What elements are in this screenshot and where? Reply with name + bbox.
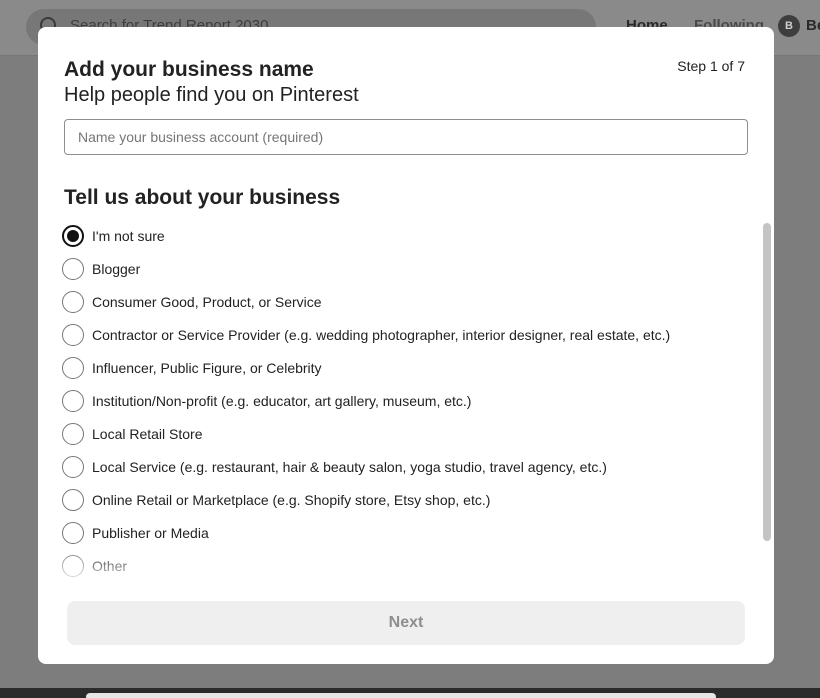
radio-button[interactable] — [62, 225, 84, 247]
option-contractor[interactable]: Contractor or Service Provider (e.g. wed… — [62, 322, 742, 348]
radio-button[interactable] — [62, 489, 84, 511]
step-indicator: Step 1 of 7 — [677, 58, 745, 74]
business-type-heading: Tell us about your business — [64, 186, 341, 209]
option-label: Local Service (e.g. restaurant, hair & b… — [92, 459, 607, 475]
option-label: I'm not sure — [92, 228, 165, 244]
option-online-retail[interactable]: Online Retail or Marketplace (e.g. Shopi… — [62, 487, 742, 513]
bottom-bar-handle — [86, 693, 716, 698]
radio-button[interactable] — [62, 522, 84, 544]
radio-button[interactable] — [62, 390, 84, 412]
option-local-service[interactable]: Local Service (e.g. restaurant, hair & b… — [62, 454, 742, 480]
next-button[interactable]: Next — [67, 601, 745, 645]
modal-title: Add your business name — [64, 58, 314, 81]
option-blogger[interactable]: Blogger — [62, 256, 742, 282]
radio-button[interactable] — [62, 423, 84, 445]
option-label: Other — [92, 558, 128, 574]
options-scrollbar[interactable] — [763, 223, 771, 541]
option-label: Influencer, Public Figure, or Celebrity — [92, 360, 322, 376]
option-consumer-good[interactable]: Consumer Good, Product, or Service — [62, 289, 742, 315]
option-institution[interactable]: Institution/Non-profit (e.g. educator, a… — [62, 388, 742, 414]
radio-button[interactable] — [62, 456, 84, 478]
option-label: Local Retail Store — [92, 426, 203, 442]
option-label: Contractor or Service Provider (e.g. wed… — [92, 327, 671, 343]
modal-subtitle: Help people find you on Pinterest — [64, 84, 359, 106]
radio-button[interactable] — [62, 291, 84, 313]
option-not-sure[interactable]: I'm not sure — [62, 223, 742, 249]
option-label: Blogger — [92, 261, 141, 277]
radio-button[interactable] — [62, 258, 84, 280]
option-local-retail[interactable]: Local Retail Store — [62, 421, 742, 447]
option-label: Consumer Good, Product, or Service — [92, 294, 322, 310]
option-other[interactable]: Other — [62, 553, 742, 579]
business-name-modal: Add your business name Help people find … — [38, 27, 774, 664]
business-name-input[interactable] — [64, 119, 748, 155]
radio-button[interactable] — [62, 324, 84, 346]
option-label: Institution/Non-profit (e.g. educator, a… — [92, 393, 472, 409]
radio-button[interactable] — [62, 555, 84, 577]
option-label: Publisher or Media — [92, 525, 209, 541]
business-type-options: I'm not sure Blogger Consumer Good, Prod… — [62, 219, 762, 579]
option-label: Online Retail or Marketplace (e.g. Shopi… — [92, 492, 491, 508]
option-influencer[interactable]: Influencer, Public Figure, or Celebrity — [62, 355, 742, 381]
user-name: Be — [806, 17, 820, 34]
radio-button[interactable] — [62, 357, 84, 379]
avatar: B — [778, 15, 800, 37]
option-publisher[interactable]: Publisher or Media — [62, 520, 742, 546]
